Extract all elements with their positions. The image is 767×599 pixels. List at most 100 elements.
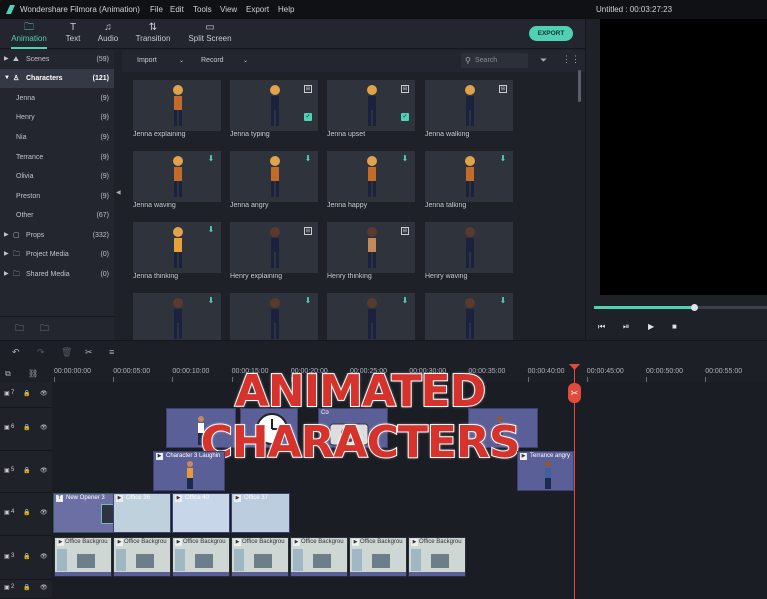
eye-icon[interactable]: 👁: [40, 424, 48, 431]
media-card[interactable]: ⊞: [327, 222, 415, 273]
office-background-clip[interactable]: ▶ Office Backgrou: [349, 537, 407, 577]
download-icon[interactable]: ⬇: [207, 297, 215, 305]
download-icon[interactable]: ⬇: [304, 297, 312, 305]
media-card[interactable]: [133, 80, 221, 131]
cut-icon[interactable]: ✂: [85, 347, 93, 358]
media-card[interactable]: ⬇: [425, 293, 513, 344]
download-icon[interactable]: ⬇: [499, 155, 507, 163]
office-background-clip[interactable]: ▶ Office Backgrou: [231, 537, 289, 577]
eye-icon[interactable]: 👁: [40, 467, 48, 474]
scissors-icon[interactable]: ✂: [568, 383, 581, 403]
download-icon[interactable]: ⬇: [499, 297, 507, 305]
character-laughing-clip[interactable]: ▶ Character 3 Laughin: [153, 451, 225, 491]
sidebar-item-terrance[interactable]: Terrance (9): [0, 148, 114, 167]
checkmark-icon[interactable]: ✓: [304, 113, 312, 121]
menu-edit[interactable]: Edit: [170, 5, 184, 14]
menu-tools[interactable]: Tools: [193, 5, 212, 14]
tab-split-screen[interactable]: ▭ Split Screen: [184, 21, 236, 47]
add-track-icon[interactable]: ⧉: [5, 369, 11, 379]
tab-transition[interactable]: ⇅ Transition: [127, 21, 179, 47]
lock-icon[interactable]: 🔒: [23, 390, 30, 397]
playback-scrubber[interactable]: [691, 304, 698, 311]
animated-badge-icon[interactable]: ⊞: [401, 227, 409, 235]
lock-icon[interactable]: 🔒: [23, 467, 30, 474]
record-dropdown[interactable]: Record ⌄: [197, 54, 251, 68]
sidebar-item-nia[interactable]: Nia (9): [0, 128, 114, 147]
animated-badge-icon[interactable]: ⊞: [401, 85, 409, 93]
character-thumbnail: [173, 227, 183, 268]
eye-icon[interactable]: 👁: [40, 553, 48, 560]
grid-view-icon[interactable]: ⋮⋮: [562, 54, 580, 65]
previous-frame-icon[interactable]: ⏮: [598, 322, 605, 332]
media-card[interactable]: ⬇: [133, 293, 221, 344]
lock-icon[interactable]: 🔒: [23, 424, 30, 431]
menu-view[interactable]: View: [220, 5, 237, 14]
download-icon[interactable]: ⬇: [401, 155, 409, 163]
checkmark-icon[interactable]: ✓: [401, 113, 409, 121]
office37-clip[interactable]: ▶ Office 37: [231, 493, 290, 533]
download-icon[interactable]: ⬇: [207, 226, 215, 234]
sidebar-item-olivia[interactable]: Olivia (9): [0, 167, 114, 186]
office-background-clip[interactable]: ▶ Office Backgrou: [113, 537, 171, 577]
office-background-clip[interactable]: ▶ Office Backgrou: [290, 537, 348, 577]
office-background-clip[interactable]: ▶ Office Backgrou: [408, 537, 466, 577]
media-card[interactable]: [425, 222, 513, 273]
terrance-angry-clip[interactable]: ▶ Terrance angry: [517, 451, 574, 491]
lock-icon[interactable]: 🔒: [23, 509, 30, 516]
media-card[interactable]: ⬇: [230, 151, 318, 202]
import-dropdown[interactable]: Import ⌄: [133, 54, 187, 68]
export-button[interactable]: EXPORT: [529, 26, 573, 41]
sidebar-item-scenes[interactable]: ▶ ⛰ Scenes (59): [0, 50, 114, 69]
media-card[interactable]: ⬇: [425, 151, 513, 202]
sidebar-item-henry[interactable]: Henry (9): [0, 108, 114, 127]
sidebar-item-project-media[interactable]: ▶ 🗀 Project Media (0): [0, 245, 114, 264]
office-background-clip[interactable]: ▶ Office Backgrou: [172, 537, 230, 577]
sidebar-item-props[interactable]: ▶ ▢ Props (332): [0, 226, 114, 245]
media-card[interactable]: ⬇: [230, 293, 318, 344]
redo-icon[interactable]: ↷: [37, 347, 45, 358]
media-card[interactable]: ⊞ ✓: [327, 80, 415, 131]
stop-icon[interactable]: ■: [672, 322, 677, 331]
sidebar-item-preston[interactable]: Preston (9): [0, 187, 114, 206]
lock-icon[interactable]: 🔒: [23, 584, 30, 591]
office40-clip[interactable]: ▶ Office 40: [172, 493, 230, 533]
media-card[interactable]: ⬇: [327, 151, 415, 202]
eye-icon[interactable]: 👁: [40, 390, 48, 397]
media-scrollbar[interactable]: [578, 70, 581, 102]
adjust-icon[interactable]: ≡: [109, 347, 114, 357]
folder-icon[interactable]: 🗀: [40, 321, 49, 337]
sidebar-item-shared-media[interactable]: ▶ 🗀 Shared Media (0): [0, 265, 114, 284]
sidebar-item-characters[interactable]: ▼ ♙ Characters (121): [0, 69, 114, 88]
media-card[interactable]: ⬇: [327, 293, 415, 344]
office36-clip[interactable]: ▶ Office 36: [113, 493, 171, 533]
sidebar-item-other[interactable]: Other (67): [0, 206, 114, 225]
eye-icon[interactable]: 👁: [40, 509, 48, 516]
collapse-panel-icon[interactable]: ◀: [116, 189, 121, 196]
search-input[interactable]: Search: [461, 53, 528, 68]
play-icon[interactable]: ▶: [648, 322, 654, 331]
download-icon[interactable]: ⬇: [304, 155, 312, 163]
download-icon[interactable]: ⬇: [401, 297, 409, 305]
play-pause-icon[interactable]: ⏯: [623, 322, 629, 332]
media-card[interactable]: ⊞ ✓: [230, 80, 318, 131]
animated-badge-icon[interactable]: ⊞: [304, 85, 312, 93]
menu-help[interactable]: Help: [278, 5, 294, 14]
animated-badge-icon[interactable]: ⊞: [499, 85, 507, 93]
filter-icon[interactable]: ⏷: [540, 55, 547, 66]
media-card[interactable]: ⬇: [133, 222, 221, 273]
office-background-clip[interactable]: ▶ Office Backgrou: [54, 537, 112, 577]
undo-icon[interactable]: ↶: [12, 347, 20, 358]
media-card[interactable]: ⬇: [133, 151, 221, 202]
lock-icon[interactable]: 🔒: [23, 553, 30, 560]
new-folder-icon[interactable]: 🗀: [15, 321, 24, 337]
media-card[interactable]: ⊞: [230, 222, 318, 273]
menu-export[interactable]: Export: [246, 5, 269, 14]
download-icon[interactable]: ⬇: [207, 155, 215, 163]
media-card[interactable]: ⊞: [425, 80, 513, 131]
sidebar-item-jenna[interactable]: Jenna (9): [0, 89, 114, 108]
eye-icon[interactable]: 👁: [40, 584, 48, 591]
menu-file[interactable]: File: [150, 5, 163, 14]
link-icon[interactable]: ⛓: [28, 369, 38, 378]
animated-badge-icon[interactable]: ⊞: [304, 227, 312, 235]
delete-icon[interactable]: 🗑: [61, 347, 72, 358]
